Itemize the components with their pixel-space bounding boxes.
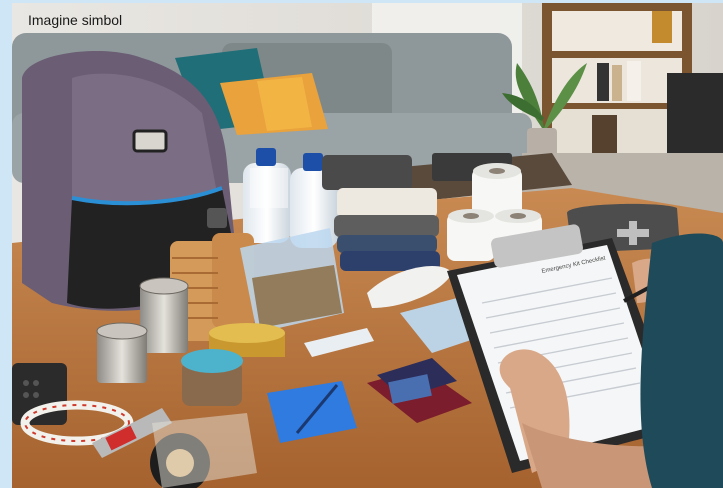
photo-scene: Emergency Kit Checklist	[12, 3, 723, 488]
radio	[12, 363, 67, 425]
container-lid	[181, 349, 243, 373]
image-caption: Imagine simbol	[28, 12, 123, 28]
image-frame: Emergency Kit Checklist Imagine simbol	[0, 0, 723, 488]
person-torso	[640, 233, 723, 488]
emergency-kit-photo: Emergency Kit Checklist	[12, 3, 723, 488]
